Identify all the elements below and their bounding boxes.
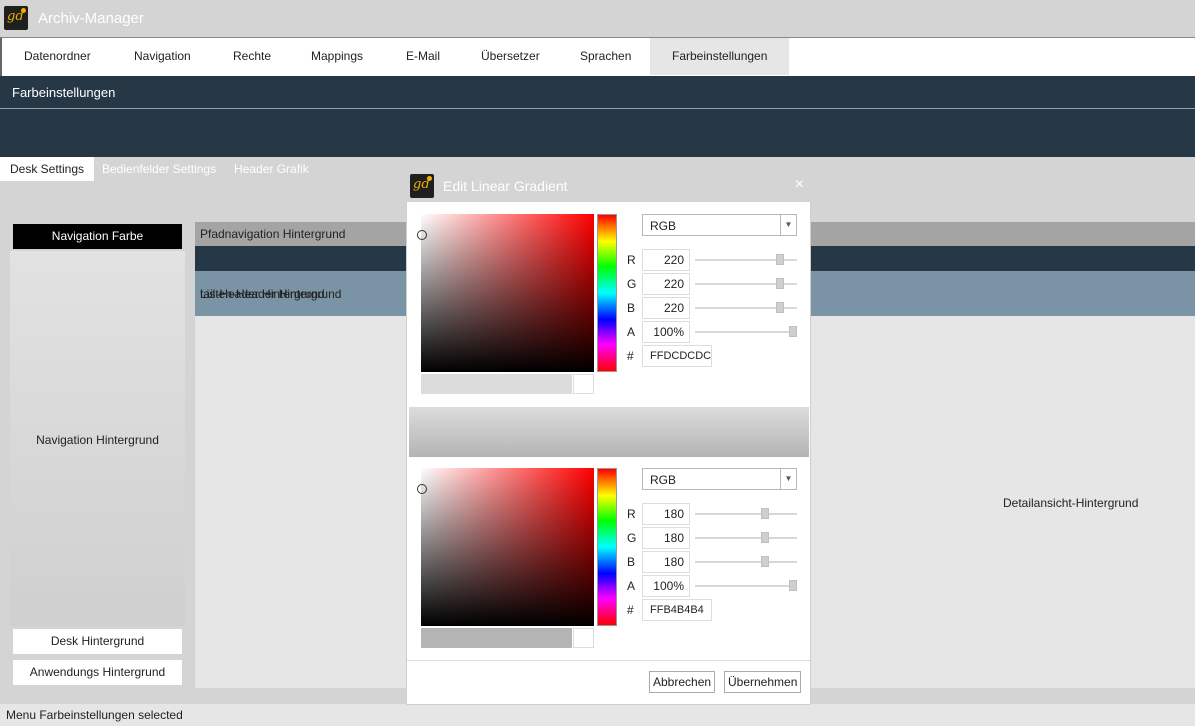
channel-label-g: G	[627, 531, 637, 545]
hex-input[interactable]: FFB4B4B4	[642, 599, 712, 621]
menu-item-email[interactable]: E-Mail	[384, 38, 462, 75]
dialog-logo-icon: gd	[410, 174, 434, 198]
hue-slider[interactable]	[597, 214, 617, 372]
section-header: Farbeinstellungen	[0, 76, 1195, 157]
menu-item-datenordner[interactable]: Datenordner	[2, 38, 113, 75]
red-slider-thumb[interactable]	[776, 254, 784, 265]
gradient-preview-bar[interactable]	[409, 407, 809, 457]
blue-slider[interactable]	[695, 302, 797, 313]
apply-button[interactable]: Übernehmen	[724, 671, 802, 693]
green-slider[interactable]	[695, 532, 797, 543]
channel-label-r: R	[627, 253, 636, 267]
previous-color-swatch	[573, 628, 594, 648]
color-preview-swatch	[421, 374, 572, 394]
channel-label-hex: #	[627, 603, 634, 617]
menu-item-mappings[interactable]: Mappings	[289, 38, 385, 75]
desk-hintergrund-button[interactable]: Desk Hintergrund	[13, 629, 182, 654]
alpha-slider-thumb[interactable]	[789, 326, 797, 337]
pfadnavigation-label: Pfadnavigation Hintergrund	[200, 227, 346, 241]
navigation-farbe-button[interactable]: Navigation Farbe	[13, 224, 182, 249]
alpha-input[interactable]: 100%	[642, 575, 690, 597]
channel-label-a: A	[627, 325, 636, 339]
red-input[interactable]: 220	[642, 249, 690, 271]
hex-input[interactable]: FFDCDCDC	[642, 345, 712, 367]
channel-label-g: G	[627, 277, 637, 291]
close-icon[interactable]: ×	[795, 176, 804, 194]
dialog-title: Edit Linear Gradient	[443, 178, 568, 194]
alpha-slider[interactable]	[695, 580, 797, 591]
channel-label-a: A	[627, 579, 636, 593]
menu-item-uebersetzer[interactable]: Übersetzer	[459, 38, 562, 75]
channel-label-hex: #	[627, 349, 634, 363]
color-mode-select[interactable]: RGB ▼	[642, 214, 797, 236]
previous-color-swatch	[573, 374, 594, 394]
section-title: Farbeinstellungen	[12, 85, 116, 100]
blue-slider-thumb[interactable]	[776, 302, 784, 313]
cancel-button[interactable]: Abbrechen	[649, 671, 716, 693]
navigation-hintergrund-label: Navigation Hintergrund	[36, 433, 159, 447]
sv-handle[interactable]	[417, 230, 427, 240]
chevron-down-icon: ▼	[780, 215, 796, 235]
color-mode-select[interactable]: RGB ▼	[642, 468, 797, 490]
status-bar: Menu Farbeinstellungen selected	[0, 704, 1195, 726]
window-titlebar: gd Archiv-Manager	[0, 0, 1195, 37]
green-slider-thumb[interactable]	[761, 532, 769, 543]
hue-slider[interactable]	[597, 468, 617, 626]
green-input[interactable]: 220	[642, 273, 690, 295]
alpha-slider-thumb[interactable]	[789, 580, 797, 591]
red-input[interactable]: 180	[642, 503, 690, 525]
color-picker-stop2: RGB ▼ R 180 G 180 B 180 A 100% # FFB4B4B4	[417, 468, 801, 650]
saturation-value-field[interactable]	[417, 214, 594, 372]
tab-header-grafik[interactable]: Header Grafik	[224, 157, 319, 181]
dialog-divider	[407, 660, 810, 661]
channel-label-r: R	[627, 507, 636, 521]
blue-slider-thumb[interactable]	[761, 556, 769, 567]
green-input[interactable]: 180	[642, 527, 690, 549]
red-slider[interactable]	[695, 254, 797, 265]
blue-input[interactable]: 180	[642, 551, 690, 573]
channel-label-b: B	[627, 555, 636, 569]
main-menu: Datenordner Navigation Rechte Mappings E…	[0, 37, 1195, 76]
section-divider	[0, 108, 1195, 109]
menu-item-farbeinstellungen[interactable]: Farbeinstellungen	[650, 38, 790, 75]
blue-input[interactable]: 220	[642, 297, 690, 319]
red-slider-thumb[interactable]	[761, 508, 769, 519]
app-logo-icon: gd	[4, 6, 28, 30]
chevron-down-icon: ▼	[780, 469, 796, 489]
dialog-titlebar[interactable]: gd Edit Linear Gradient ×	[406, 172, 811, 202]
green-slider-thumb[interactable]	[776, 278, 784, 289]
red-slider[interactable]	[695, 508, 797, 519]
navigation-hintergrund-area[interactable]: Navigation Hintergrund	[10, 251, 185, 626]
status-text: Menu Farbeinstellungen selected	[6, 708, 183, 722]
color-preview-swatch	[421, 628, 572, 648]
menu-item-sprachen[interactable]: Sprachen	[558, 38, 653, 75]
green-slider[interactable]	[695, 278, 797, 289]
tab-desk-settings[interactable]: Desk Settings	[0, 157, 95, 181]
detail-header-label: tail-Header Hintergrund	[200, 287, 325, 301]
alpha-slider[interactable]	[695, 326, 797, 337]
anwendungs-hintergrund-button[interactable]: Anwendungs Hintergrund	[13, 660, 182, 685]
blue-slider[interactable]	[695, 556, 797, 567]
tab-bedienfelder-settings[interactable]: Bedienfelder Settings	[92, 157, 226, 181]
alpha-input[interactable]: 100%	[642, 321, 690, 343]
detailansicht-hintergrund-label[interactable]: Detailansicht-Hintergrund	[1003, 496, 1138, 510]
saturation-value-field[interactable]	[417, 468, 594, 626]
menu-item-rechte[interactable]: Rechte	[211, 38, 293, 75]
edit-linear-gradient-dialog: RGB ▼ R 220 G 220 B 220 A 100% # FFDCDCDC…	[406, 202, 811, 705]
menu-item-navigation[interactable]: Navigation	[112, 38, 213, 75]
channel-label-b: B	[627, 301, 636, 315]
app-title: Archiv-Manager	[38, 10, 144, 27]
sv-handle[interactable]	[417, 484, 427, 494]
color-picker-stop1: RGB ▼ R 220 G 220 B 220 A 100% # FFDCDCDC	[417, 214, 801, 396]
